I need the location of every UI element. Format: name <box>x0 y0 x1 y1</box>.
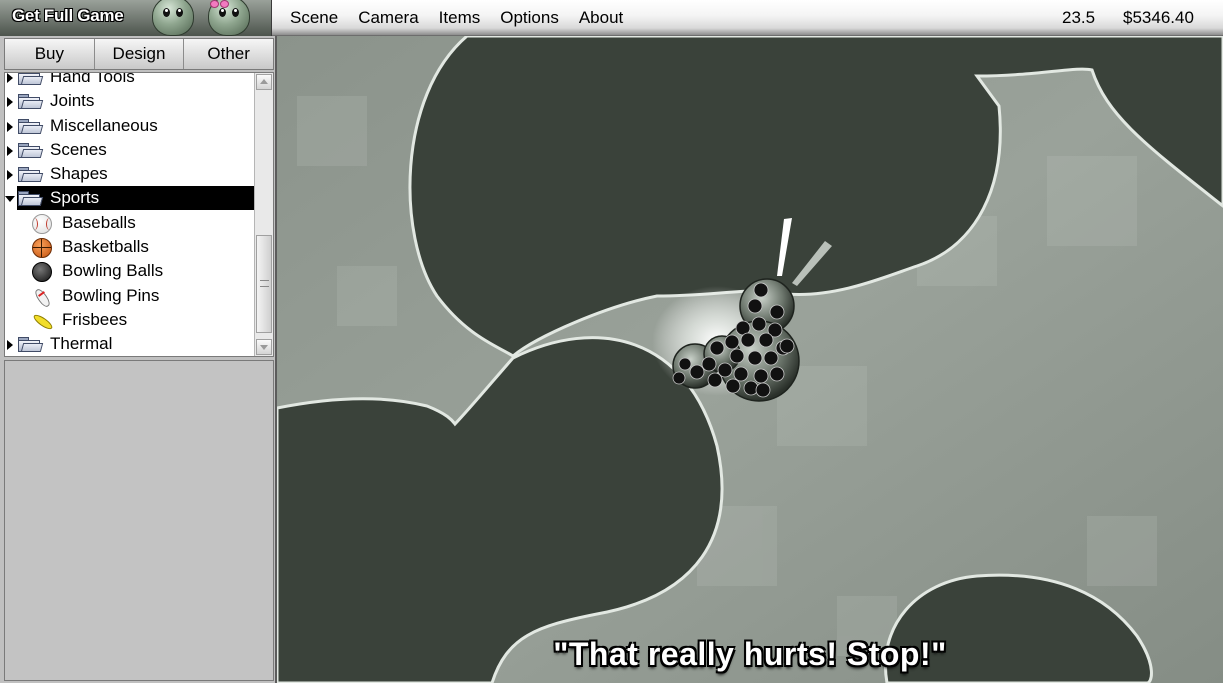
tree-item-hand-tools[interactable]: Hand Tools <box>5 72 255 89</box>
expand-arrow-icon[interactable] <box>7 73 13 83</box>
menu-camera[interactable]: Camera <box>358 8 418 28</box>
scroll-up-button[interactable] <box>256 74 272 90</box>
expand-arrow-icon[interactable] <box>7 97 13 108</box>
tab-design[interactable]: Design <box>95 39 185 69</box>
tab-buy[interactable]: Buy <box>5 39 95 69</box>
game-viewport[interactable]: "That really hurts! Stop!" <box>277 36 1223 683</box>
tree-item-label: Frisbees <box>62 309 128 329</box>
bow-icon <box>210 0 230 10</box>
menu-options[interactable]: Options <box>500 8 559 28</box>
expand-arrow-icon[interactable] <box>7 340 13 351</box>
tree-item-bowling-balls[interactable]: Bowling Balls <box>5 259 255 283</box>
tree-item-basketballs[interactable]: Basketballs <box>5 235 255 259</box>
tree-item-label: Joints <box>50 91 95 111</box>
main-menu: Scene Camera Items Options About <box>290 8 643 28</box>
top-menu-bar: Get Full Game Scene Camera Items Options… <box>0 0 1223 36</box>
folder-icon <box>17 73 44 85</box>
tree-item-frisbees[interactable]: Frisbees <box>5 308 255 332</box>
tree-item-label: Hand Tools <box>50 72 135 86</box>
left-panel: Buy Design Other Hand Tools Joints Misce… <box>0 36 277 683</box>
bowling-pin-icon <box>32 287 52 307</box>
time-readout: 23.5 <box>1062 8 1096 27</box>
baseball-icon <box>32 213 52 234</box>
green-mascot-icon <box>152 0 194 36</box>
tree-item-bowling-pins[interactable]: Bowling Pins <box>5 284 255 308</box>
tree-item-shapes[interactable]: Shapes <box>5 162 255 186</box>
tree-item-thermal[interactable]: Thermal <box>5 332 255 356</box>
folder-icon <box>17 167 44 183</box>
tree-item-label: Sports <box>50 188 100 208</box>
tree-item-label: Thermal <box>50 334 113 354</box>
expand-arrow-icon[interactable] <box>7 170 13 181</box>
tree-item-joints[interactable]: Joints <box>5 89 255 113</box>
tree-item-label: Miscellaneous <box>50 115 158 135</box>
frisbee-icon <box>32 311 52 331</box>
folder-icon <box>17 94 44 110</box>
bowling-ball-icon <box>32 262 52 283</box>
expand-arrow-icon[interactable] <box>7 121 13 132</box>
scroll-thumb[interactable] <box>256 235 272 333</box>
scroll-down-button[interactable] <box>256 339 272 355</box>
tree-item-label: Basketballs <box>62 237 149 257</box>
tree-scrollbar[interactable] <box>254 73 273 356</box>
folder-icon <box>17 337 44 353</box>
item-preview-panel <box>4 360 274 681</box>
menu-scene[interactable]: Scene <box>290 8 338 28</box>
tree-item-label: Baseballs <box>62 212 136 232</box>
get-full-game-button[interactable]: Get Full Game <box>0 0 272 36</box>
basketball-icon <box>32 238 52 259</box>
menu-about[interactable]: About <box>579 8 623 28</box>
tree-item-sports[interactable]: Sports <box>5 186 255 211</box>
folder-open-icon <box>17 191 44 207</box>
expand-arrow-icon[interactable] <box>7 145 13 156</box>
tree-item-scenes[interactable]: Scenes <box>5 138 255 162</box>
tree-item-label: Shapes <box>50 164 108 184</box>
game-scene[interactable] <box>277 36 1223 683</box>
panel-tabs: Buy Design Other <box>4 38 274 70</box>
tree-item-label: Bowling Pins <box>62 285 160 305</box>
collapse-arrow-icon[interactable] <box>5 196 15 203</box>
money-readout: $5346.40 <box>1123 8 1194 27</box>
folder-icon <box>17 118 44 134</box>
category-tree: Hand Tools Joints Miscellaneous Scenes S <box>4 72 274 357</box>
get-full-game-label: Get Full Game <box>12 6 124 25</box>
tab-other[interactable]: Other <box>184 39 273 69</box>
tree-item-miscellaneous[interactable]: Miscellaneous <box>5 114 255 138</box>
character-speech-caption: "That really hurts! Stop!" <box>553 636 947 672</box>
folder-icon <box>17 142 44 158</box>
tree-item-label: Bowling Balls <box>62 261 164 281</box>
tree-item-baseballs[interactable]: Baseballs <box>5 211 255 235</box>
tree-item-label: Scenes <box>50 139 107 159</box>
menu-items[interactable]: Items <box>439 8 481 28</box>
